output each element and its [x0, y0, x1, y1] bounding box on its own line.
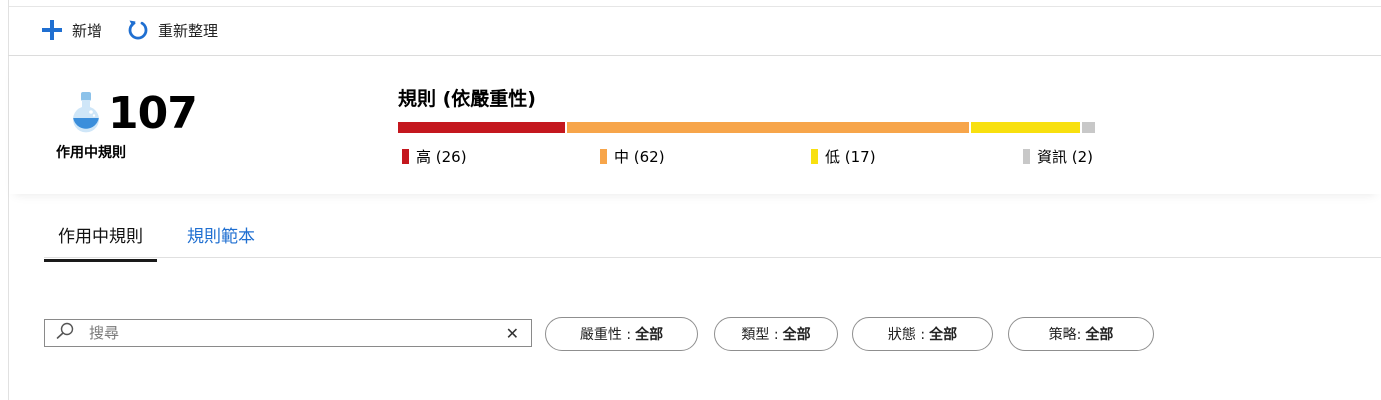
filter-severity-value: 全部 [635, 327, 664, 343]
command-bar: 新增 重新整理 [40, 14, 218, 46]
active-rules-count: 107 [108, 88, 198, 139]
refresh-button-label: 重新整理 [158, 21, 219, 40]
filter-tactics-value: 全部 [1085, 327, 1114, 343]
tab-rule-templates[interactable]: 規則範本 [173, 216, 269, 262]
severity-bar-segment-info [1081, 122, 1095, 133]
plus-icon [40, 18, 64, 42]
legend-low-swatch [811, 149, 818, 164]
search-box: ✕ [44, 319, 532, 347]
legend-high: 高 (26) [402, 146, 467, 167]
filter-tactics-name: 策略: [1048, 327, 1082, 343]
filter-type[interactable]: 類型 : 全部 [714, 317, 838, 351]
legend-medium: 中 (62) [600, 146, 665, 167]
legend-info-swatch [1023, 149, 1030, 164]
filter-type-name: 類型 : [741, 327, 779, 343]
legend-medium-swatch [600, 149, 607, 164]
refresh-icon [126, 18, 150, 42]
flask-icon [70, 92, 102, 138]
legend-info: 資訊 (2) [1023, 146, 1093, 167]
top-border [8, 6, 1381, 7]
filter-type-value: 全部 [782, 327, 811, 343]
tab-bar: 作用中規則 規則範本 [44, 216, 269, 262]
filter-status-value: 全部 [929, 327, 958, 343]
severity-bar [398, 122, 1095, 133]
add-button-label: 新增 [72, 21, 103, 40]
tabs-divider [44, 257, 1381, 258]
filter-status[interactable]: 狀態 : 全部 [852, 317, 993, 351]
legend-low-label: 低 (17) [825, 148, 876, 166]
severity-title: 規則 (依嚴重性) [398, 88, 536, 110]
legend-info-label: 資訊 (2) [1037, 148, 1094, 166]
legend-high-label: 高 (26) [416, 148, 467, 166]
filter-severity[interactable]: 嚴重性 : 全部 [545, 317, 698, 351]
filter-status-name: 狀態 : [887, 327, 926, 343]
add-button[interactable]: 新增 [40, 18, 102, 42]
search-input[interactable] [87, 323, 506, 343]
legend-low: 低 (17) [811, 146, 876, 167]
tab-active-rules[interactable]: 作用中規則 [44, 216, 157, 262]
severity-bar-segment-high [398, 122, 568, 133]
refresh-button[interactable]: 重新整理 [126, 18, 218, 42]
close-icon[interactable]: ✕ [506, 324, 519, 343]
search-icon [55, 322, 75, 344]
severity-bar-segment-medium [567, 122, 972, 133]
filter-severity-name: 嚴重性 : [579, 327, 632, 343]
legend-high-swatch [402, 149, 409, 164]
severity-bar-segment-low [971, 122, 1082, 133]
active-rules-label: 作用中規則 [56, 145, 126, 161]
filter-tactics[interactable]: 策略: 全部 [1008, 317, 1154, 351]
legend-medium-label: 中 (62) [614, 148, 665, 166]
